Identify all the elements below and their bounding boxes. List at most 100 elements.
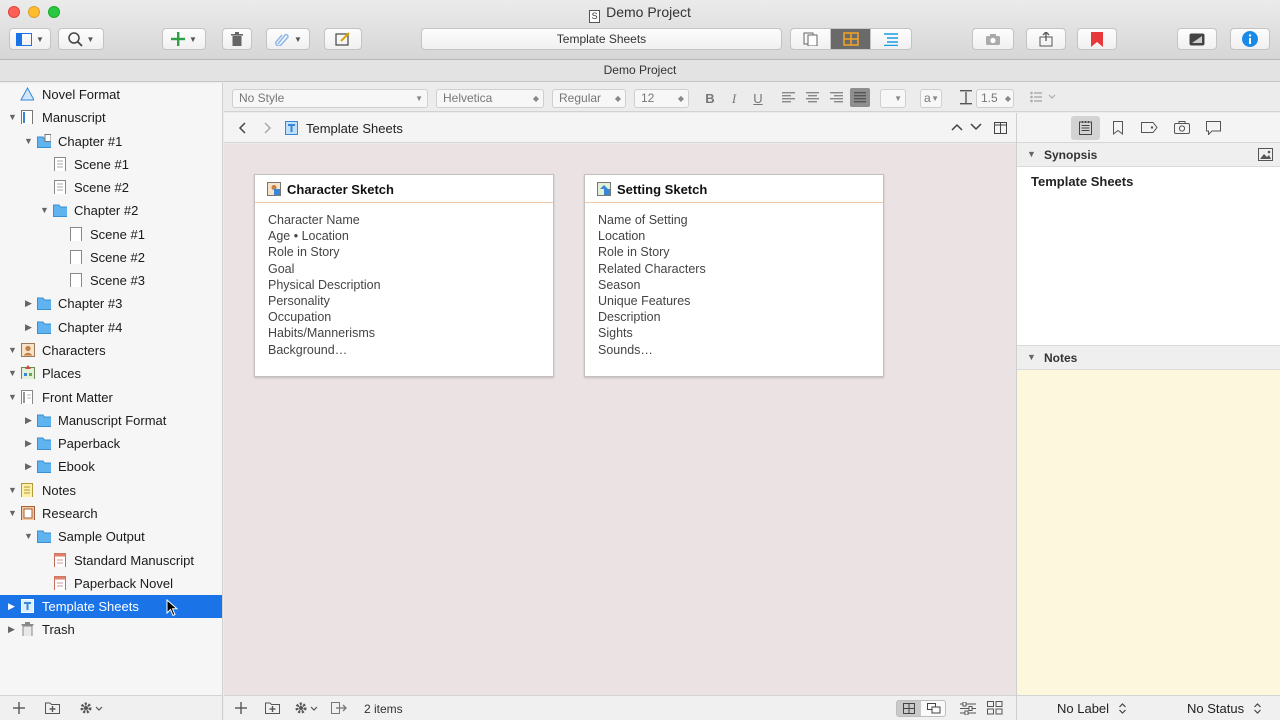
comment-bubble-icon[interactable] <box>1206 121 1221 135</box>
delete-button[interactable] <box>222 28 252 50</box>
corkboard-mode-button[interactable] <box>831 29 871 49</box>
binder-item-places[interactable]: ▼ Places <box>0 362 222 385</box>
binder-item-manuscript[interactable]: ▼ Manuscript <box>0 106 222 129</box>
label-select[interactable]: No Label <box>1057 701 1126 716</box>
disclosure-open-icon[interactable]: ▼ <box>8 112 18 122</box>
align-center-icon[interactable] <box>806 92 819 103</box>
inspector-toggle-button[interactable] <box>1230 28 1270 50</box>
binder-item-standard-manuscript[interactable]: Standard Manuscript <box>0 549 222 572</box>
view-layout-button[interactable]: ▼ <box>9 28 51 50</box>
synopsis-text-area[interactable]: Template Sheets <box>1017 167 1280 345</box>
bookmark-button[interactable] <box>1077 28 1117 50</box>
corkboard-layout-control[interactable] <box>896 700 946 717</box>
paragraph-style-select[interactable]: No Style ▼ <box>232 89 428 108</box>
binder-item-chapter-1[interactable]: ▼ Chapter #1 <box>0 130 222 153</box>
notes-section-header[interactable]: ▼ Notes <box>1017 346 1280 370</box>
italic-button[interactable]: I <box>726 90 742 107</box>
document-path-control[interactable]: Template Sheets <box>421 28 782 50</box>
font-size-select[interactable]: 12 ◆ <box>634 89 689 108</box>
group-view-mode-control[interactable] <box>790 28 912 50</box>
move-out-icon[interactable] <box>331 702 347 714</box>
binder-item-scene-1[interactable]: Scene #1 <box>0 223 222 246</box>
add-folder-icon[interactable] <box>45 701 60 714</box>
scrivenings-mode-button[interactable] <box>791 29 832 49</box>
binder-item-notes[interactable]: ▼ Notes <box>0 479 222 502</box>
binder-item-ebook[interactable]: ▶ Ebook <box>0 455 222 478</box>
status-select[interactable]: No Status <box>1187 701 1261 716</box>
notes-text-area[interactable] <box>1017 370 1280 695</box>
disclosure-closed-icon[interactable]: ▶ <box>25 322 35 332</box>
align-left-icon[interactable] <box>782 92 795 103</box>
disclosure-open-icon[interactable]: ▼ <box>40 205 50 215</box>
outliner-mode-button[interactable] <box>871 29 911 49</box>
bookmark-outline-icon[interactable] <box>1113 121 1123 135</box>
quick-reference-button[interactable] <box>324 28 362 50</box>
add-folder-icon[interactable] <box>265 701 280 714</box>
share-button[interactable] <box>1026 28 1066 50</box>
binder-item-chapter-4[interactable]: ▶ Chapter #4 <box>0 316 222 339</box>
disclosure-open-icon[interactable]: ▼ <box>8 485 18 495</box>
disclosure-open-icon[interactable]: ▼ <box>1027 149 1036 159</box>
chevron-down-icon[interactable] <box>970 123 982 131</box>
disclosure-closed-icon[interactable]: ▶ <box>25 415 35 425</box>
bold-button[interactable]: B <box>702 90 718 107</box>
snapshot-button[interactable] <box>972 28 1014 50</box>
disclosure-closed-icon[interactable]: ▶ <box>25 461 35 471</box>
align-justify-button[interactable] <box>850 88 870 107</box>
disclosure-open-icon[interactable]: ▼ <box>8 345 18 355</box>
binder-item-scene-2[interactable]: Scene #2 <box>0 246 222 269</box>
tab-notes-inspector[interactable] <box>1071 116 1100 140</box>
disclosure-closed-icon[interactable]: ▶ <box>25 438 35 448</box>
binder-item-front-matter[interactable]: ▼ Front Matter <box>0 386 222 409</box>
binder-item-scene-2[interactable]: Scene #2 <box>0 176 222 199</box>
add-icon[interactable] <box>13 702 25 714</box>
back-arrow-icon[interactable] <box>238 122 246 134</box>
card-size-icon[interactable] <box>987 701 1003 715</box>
image-icon[interactable] <box>1258 148 1273 161</box>
add-document-button[interactable]: ▼ <box>162 28 206 50</box>
list-style-icon[interactable] <box>1030 91 1060 103</box>
disclosure-closed-icon[interactable]: ▶ <box>8 601 18 611</box>
binder-item-characters[interactable]: ▼ Characters <box>0 339 222 362</box>
metadata-tag-icon[interactable] <box>1141 122 1158 133</box>
disclosure-open-icon[interactable]: ▼ <box>8 392 18 402</box>
binder-item-chapter-3[interactable]: ▶ Chapter #3 <box>0 292 222 315</box>
binder-item-research[interactable]: ▼ Research <box>0 502 222 525</box>
freeform-icon[interactable] <box>927 703 941 714</box>
binder-item-paperback-novel[interactable]: Paperback Novel <box>0 572 222 595</box>
grid-layout-button[interactable] <box>897 701 921 716</box>
synopsis-section-header[interactable]: ▼ Synopsis <box>1017 143 1280 167</box>
disclosure-open-icon[interactable]: ▼ <box>24 136 34 146</box>
highlight-color-select[interactable]: a ▼ <box>920 89 942 108</box>
card-options-icon[interactable] <box>960 702 976 715</box>
index-card-setting-sketch[interactable]: Setting Sketch Name of Setting Location … <box>584 174 884 377</box>
binder-item-template-sheets[interactable]: ▶ Template Sheets <box>0 595 222 618</box>
binder-item-scene-3[interactable]: Scene #3 <box>0 269 222 292</box>
binder-item-trash[interactable]: ▶ Trash <box>0 618 222 641</box>
gear-icon[interactable] <box>294 701 318 715</box>
binder-item-sample-output[interactable]: ▼ Sample Output <box>0 525 222 548</box>
text-color-select[interactable]: ▼ <box>880 89 906 108</box>
add-icon[interactable] <box>235 702 247 714</box>
search-button[interactable]: ▼ <box>58 28 104 50</box>
binder-item-paperback[interactable]: ▶ Paperback <box>0 432 222 455</box>
link-button[interactable]: ▼ <box>266 28 310 50</box>
disclosure-closed-icon[interactable]: ▶ <box>25 298 35 308</box>
binder-item-scene-1[interactable]: Scene #1 <box>0 153 222 176</box>
line-spacing-select[interactable]: 1.5 ◆ <box>976 89 1014 108</box>
split-editor-icon[interactable] <box>994 122 1007 134</box>
align-right-icon[interactable] <box>830 92 843 103</box>
disclosure-open-icon[interactable]: ▼ <box>1027 352 1036 362</box>
gear-icon[interactable] <box>79 701 103 715</box>
forward-arrow-icon[interactable] <box>264 122 272 134</box>
underline-button[interactable]: U <box>750 90 766 107</box>
binder-item-manuscript-format[interactable]: ▶ Manuscript Format <box>0 409 222 432</box>
disclosure-closed-icon[interactable]: ▶ <box>8 624 18 634</box>
composition-mode-button[interactable] <box>1177 28 1217 50</box>
binder-item-novel-format[interactable]: Novel Format <box>0 83 222 106</box>
index-card-character-sketch[interactable]: Character Sketch Character Name Age • Lo… <box>254 174 554 377</box>
snapshot-camera-icon[interactable] <box>1174 121 1190 134</box>
chevron-up-icon[interactable] <box>951 123 963 131</box>
disclosure-open-icon[interactable]: ▼ <box>8 368 18 378</box>
binder-item-chapter-2[interactable]: ▼ Chapter #2 <box>0 199 222 222</box>
